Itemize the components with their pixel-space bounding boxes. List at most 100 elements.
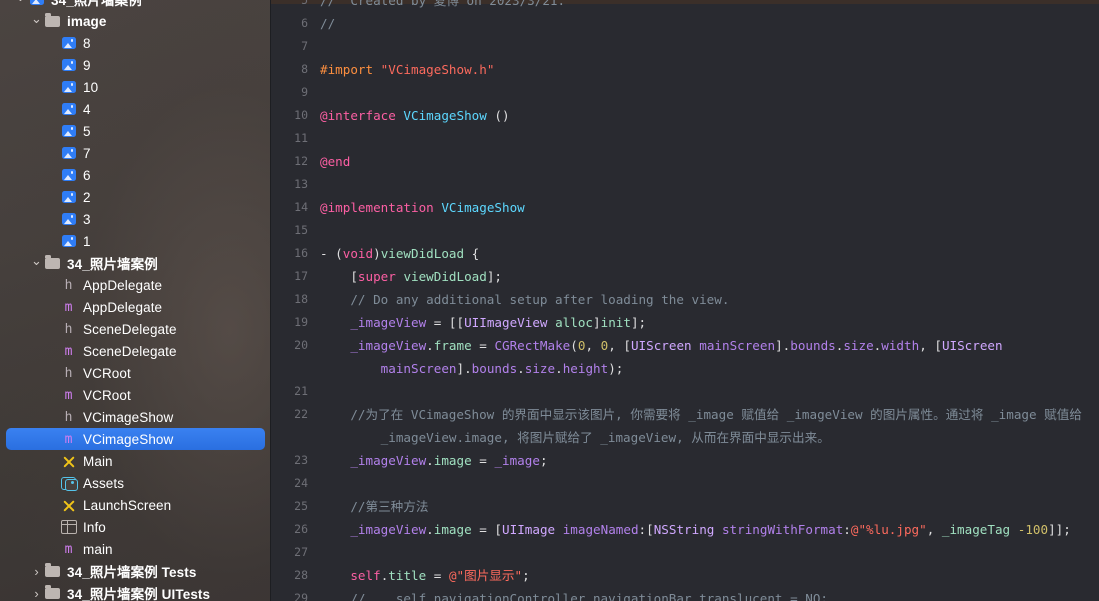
code-line[interactable]: 19 _imageView = [[UIImageView alloc]init… [271, 311, 1099, 334]
code-line[interactable]: 18 // Do any additional setup after load… [271, 288, 1099, 311]
code-line[interactable]: 16 - (void)viewDidLoad { [271, 242, 1099, 265]
code-line[interactable]: 6 // [271, 12, 1099, 35]
code-line[interactable]: 8 #import "VCimageShow.h" [271, 58, 1099, 81]
code-line[interactable]: 15 [271, 219, 1099, 242]
code-line[interactable]: 12 @end [271, 150, 1099, 173]
sidebar-item-label: AppDelegate [83, 277, 163, 293]
code-line[interactable]: 21 [271, 380, 1099, 403]
image-asset-icon [59, 191, 78, 203]
sidebar-item-label: VCRoot [83, 365, 131, 381]
sidebar-item-label: 10 [83, 79, 99, 95]
chevron-down-icon[interactable]: ⌄ [30, 12, 43, 25]
folder-icon [43, 12, 62, 27]
sidebar-item-appdelegate[interactable]: m AppDelegate [6, 296, 265, 318]
line-number: 13 [294, 177, 308, 191]
sidebar-item-3[interactable]: 3 [6, 208, 265, 230]
line-number: 26 [294, 522, 308, 536]
chevron-down-icon[interactable]: ⌄ [30, 254, 43, 267]
code-text: // self.navigationController.navigationB… [320, 591, 828, 601]
sidebar-item-7[interactable]: 7 [6, 142, 265, 164]
image-asset-icon [27, 0, 46, 5]
sidebar-item-label: 8 [83, 35, 91, 51]
sidebar-item-label: 6 [83, 167, 91, 183]
sidebar-item-9[interactable]: 9 [6, 54, 265, 76]
code-line[interactable]: 20 _imageView.frame = CGRectMake(0, 0, [… [271, 334, 1099, 357]
storyboard-icon [59, 455, 78, 468]
code-lines-container[interactable]: 5 // Created by 夏博 on 2023/3/21. 6 // 7 8 #imp… [271, 0, 1099, 601]
line-number: 28 [294, 568, 308, 582]
code-line[interactable]: 7 [271, 35, 1099, 58]
chevron-right-icon[interactable]: › [30, 565, 43, 578]
line-number: 9 [301, 85, 308, 99]
code-line[interactable]: 14 @implementation VCimageShow [271, 196, 1099, 219]
storyboard-icon [59, 499, 78, 512]
sidebar-item-main[interactable]: m main [6, 538, 265, 560]
header-file-icon: h [64, 365, 73, 381]
sidebar-item-34-uitests[interactable]: › 34_照片墙案例 UITests [6, 582, 265, 601]
line-number: 22 [294, 407, 308, 421]
sidebar-item-label: Assets [83, 475, 125, 491]
code-text: @interface VCimageShow () [320, 108, 510, 123]
code-line[interactable]: 27 [271, 541, 1099, 564]
code-line[interactable]: 24 [271, 472, 1099, 495]
code-line[interactable]: 28 self.title = @"图片显示"; [271, 564, 1099, 587]
line-number: 29 [294, 591, 308, 601]
sidebar-item-1[interactable]: 1 [6, 230, 265, 252]
sidebar-item-scenedelegate[interactable]: m SceneDelegate [6, 340, 265, 362]
code-line[interactable]: 10 @interface VCimageShow () [271, 104, 1099, 127]
sidebar-item-6[interactable]: 6 [6, 164, 265, 186]
code-line[interactable]: 29 // self.navigationController.navigati… [271, 587, 1099, 601]
chevron-down-icon[interactable]: ⌄ [14, 0, 27, 3]
code-line[interactable]: 13 [271, 173, 1099, 196]
line-number: 20 [294, 338, 308, 352]
code-line[interactable]: 22 //为了在 VCimageShow 的界面中显示该图片, 你需要将 _im… [271, 403, 1099, 426]
xcode-window: ⌄34_照片墙案例⌄image89104576231⌄34_照片墙案例hAppD… [0, 0, 1099, 601]
sidebar-item-vcimageshow[interactable]: m VCimageShow [6, 428, 265, 450]
code-line[interactable]: 5 // Created by 夏博 on 2023/3/21. [271, 0, 1099, 12]
sidebar-item-34-tests[interactable]: › 34_照片墙案例 Tests [6, 560, 265, 582]
sidebar-item-8[interactable]: 8 [6, 32, 265, 54]
sidebar-item-vcimageshow[interactable]: h VCimageShow [6, 406, 265, 428]
code-line[interactable]: 26 _imageView.image = [UIImage imageName… [271, 518, 1099, 541]
line-number: 7 [301, 39, 308, 53]
chevron-right-icon[interactable]: › [30, 587, 43, 600]
project-navigator-list: ⌄ 34_照片墙案例 ⌄ image 8 9 10 4 5 7 6 2 3 1 ⌄ 34_照片墙案例h AppD… [0, 0, 270, 601]
code-line[interactable]: 23 _imageView.image = _image; [271, 449, 1099, 472]
code-line[interactable]: 9 [271, 81, 1099, 104]
sidebar-item-34[interactable]: ⌄ 34_照片墙案例 [6, 0, 265, 10]
source-editor[interactable]: 5 // Created by 夏博 on 2023/3/21. 6 // 7 8 #imp… [270, 0, 1099, 601]
sidebar-item-vcroot[interactable]: h VCRoot [6, 362, 265, 384]
code-line[interactable]: 22b _imageView.image, 将图片赋给了 _imageView,… [271, 426, 1099, 449]
sidebar-item-label: image [67, 13, 107, 29]
sidebar-item-34[interactable]: ⌄ 34_照片墙案例 [6, 252, 265, 274]
sidebar-item-10[interactable]: 10 [6, 76, 265, 98]
sidebar-item-label: VCimageShow [83, 409, 174, 425]
code-line[interactable]: 20b mainScreen].bounds.size.height); [271, 357, 1099, 380]
code-text: //为了在 VCimageShow 的界面中显示该图片, 你需要将 _image… [320, 407, 1082, 422]
sidebar-item-5[interactable]: 5 [6, 120, 265, 142]
code-line[interactable]: 17 [super viewDidLoad]; [271, 265, 1099, 288]
sidebar-item-appdelegate[interactable]: h AppDelegate [6, 274, 265, 296]
sidebar-item-label: LaunchScreen [83, 497, 172, 513]
sidebar-item-info[interactable]: Info [6, 516, 265, 538]
image-asset-icon [59, 235, 78, 247]
header-file-icon: h [64, 321, 73, 337]
sidebar-item-4[interactable]: 4 [6, 98, 265, 120]
code-line[interactable]: 25 //第三种方法 [271, 495, 1099, 518]
sidebar-item-main[interactable]: Main [6, 450, 265, 472]
folder-icon [43, 254, 62, 269]
image-asset-icon [59, 147, 78, 159]
code-line[interactable]: 11 [271, 127, 1099, 150]
image-asset-icon [59, 59, 78, 71]
line-number: 16 [294, 246, 308, 260]
sidebar-item-vcroot[interactable]: m VCRoot [6, 384, 265, 406]
image-asset-icon [59, 37, 78, 49]
code-text: _imageView.image = _image; [350, 453, 548, 468]
sidebar-item-scenedelegate[interactable]: h SceneDelegate [6, 318, 265, 340]
sidebar-item-launchscreen[interactable]: LaunchScreen [6, 494, 265, 516]
sidebar-item-2[interactable]: 2 [6, 186, 265, 208]
project-navigator[interactable]: ⌄ 34_照片墙案例 ⌄ image 8 9 10 4 5 7 6 2 3 1 ⌄ 34_照片墙案例h AppD… [0, 0, 270, 601]
objc-file-icon: m [64, 431, 73, 447]
sidebar-item-image[interactable]: ⌄ image [6, 10, 265, 32]
sidebar-item-assets[interactable]: Assets [6, 472, 265, 494]
